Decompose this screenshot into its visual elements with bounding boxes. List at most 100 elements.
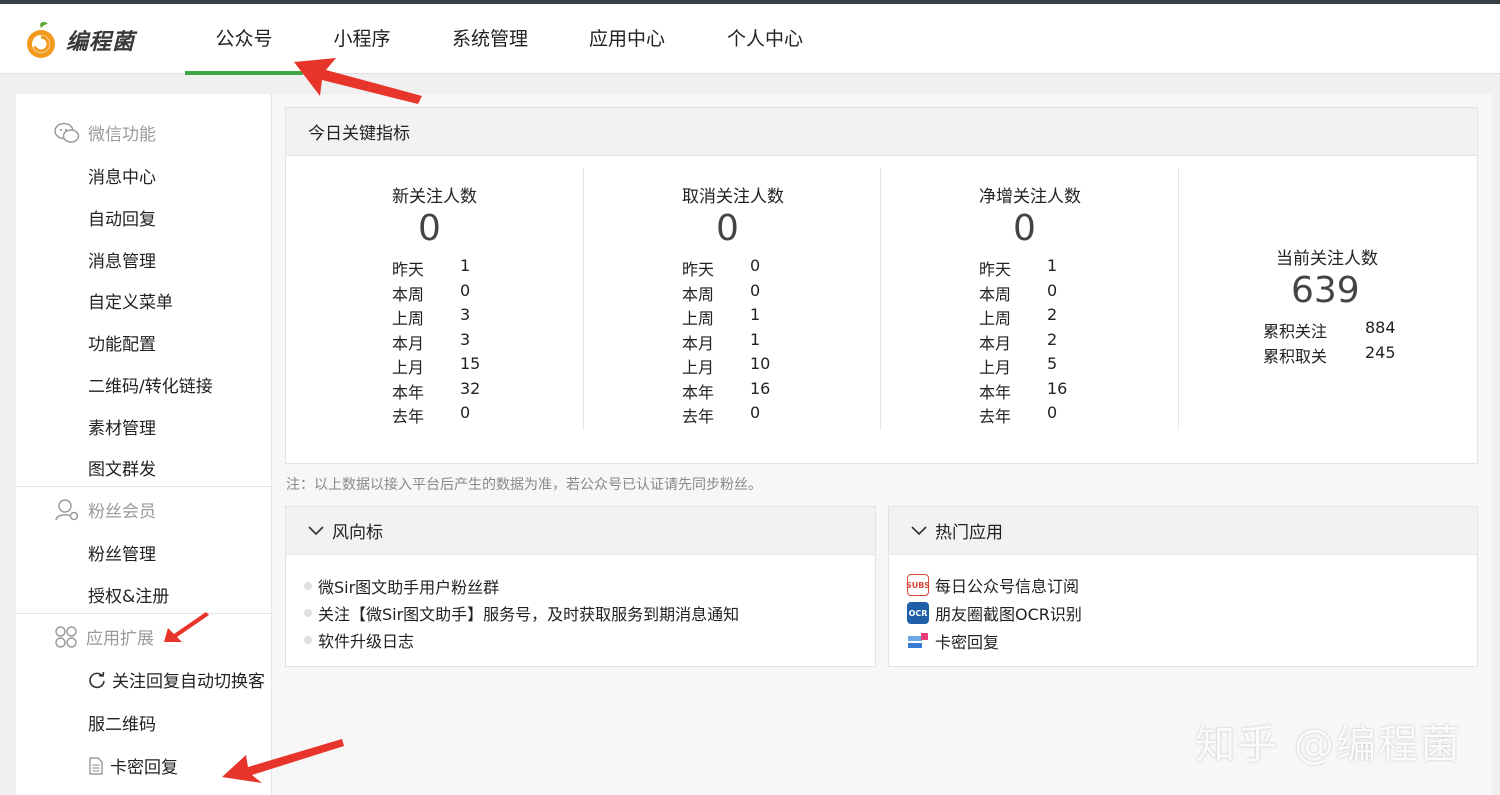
stat-row-label: 本周 bbox=[392, 285, 425, 304]
sidebar-item-materials[interactable]: 素材管理 bbox=[88, 414, 156, 439]
sidebar-item-label: 自动回复 bbox=[88, 210, 156, 230]
sidebar-item-service-qrcode[interactable]: 服二维码 bbox=[88, 710, 156, 735]
sidebar-item-label: 素材管理 bbox=[88, 419, 156, 439]
document-icon bbox=[89, 756, 103, 775]
stat-row: 昨天 1 bbox=[392, 256, 470, 280]
stat-value: 639 bbox=[1291, 270, 1360, 311]
stat-row: 上月 5 bbox=[979, 354, 1057, 378]
refresh-icon bbox=[89, 671, 105, 688]
stat-row-value: 1 bbox=[1047, 256, 1058, 275]
stat-row-label: 本年 bbox=[392, 383, 425, 402]
sidebar-item-label: 二维码/转化链接 bbox=[88, 377, 213, 397]
sidebar-item-auth-register[interactable]: 授权&注册 bbox=[88, 582, 169, 607]
data-note: 注：以上数据以接入平台后产生的数据为准，若公众号已认证请先同步粉丝。 bbox=[286, 477, 762, 493]
stat-row: 累积取关 245 bbox=[1263, 343, 1396, 367]
nav-tab-official-account[interactable]: 公众号 bbox=[185, 4, 303, 75]
sidebar-item-fans-management[interactable]: 粉丝管理 bbox=[88, 540, 156, 565]
list-item[interactable]: 软件升级日志 bbox=[304, 628, 414, 652]
stat-row-label: 上月 bbox=[682, 358, 715, 377]
list-item[interactable]: 关注【微Sir图文助手】服务号，及时获取服务到期消息通知 bbox=[304, 601, 739, 625]
stat-row-value: 0 bbox=[750, 256, 761, 275]
sidebar-item-label: 自定义菜单 bbox=[88, 293, 173, 313]
stat-row-value: 16 bbox=[750, 379, 771, 398]
content-area: 今日关键指标 新关注人数 0 昨天 1 本周 0 上周 3 本月 3 上月 15 本年 32… bbox=[272, 94, 1492, 795]
sidebar-group-title: 应用扩展 bbox=[86, 629, 154, 649]
sidebar-group-fans[interactable]: 粉丝会员 bbox=[54, 497, 156, 522]
sidebar-group-title: 粉丝会员 bbox=[88, 502, 156, 522]
stat-row-label: 本月 bbox=[682, 334, 715, 353]
sidebar-item-label: 卡密回复 bbox=[110, 758, 178, 778]
stat-row: 上周 1 bbox=[682, 305, 760, 329]
hot-apps-panel: 热门应用 SUBS 每日公众号信息订阅 OCR 朋友圈截图OCR识别 卡密回复 bbox=[888, 506, 1478, 667]
vane-panel: 风向标 微Sir图文助手用户粉丝群 关注【微Sir图文助手】服务号，及时获取服务… bbox=[285, 506, 876, 667]
stat-row-value: 2 bbox=[1047, 305, 1058, 324]
stat-row: 本周 0 bbox=[682, 281, 760, 305]
stat-title: 净增关注人数 bbox=[979, 187, 1081, 207]
hot-app-item[interactable]: OCR 朋友圈截图OCR识别 bbox=[907, 601, 1082, 625]
stat-row-label: 去年 bbox=[682, 407, 715, 426]
stat-col-unfollow: 取消关注人数 0 昨天 0 本周 0 上周 1 本月 1 上月 10 本年 16 去年 0 bbox=[584, 168, 881, 430]
hot-app-item[interactable]: SUBS 每日公众号信息订阅 bbox=[906, 573, 1079, 597]
stat-row-label: 去年 bbox=[392, 407, 425, 426]
subscribe-icon: SUBS bbox=[906, 574, 930, 596]
brand-name: 编程菌 bbox=[66, 29, 136, 55]
sidebar-item-label: 功能配置 bbox=[88, 335, 156, 355]
stat-row-label: 昨天 bbox=[392, 260, 425, 279]
kpi-panel-header: 今日关键指标 bbox=[286, 108, 1477, 156]
sidebar-item-feature-config[interactable]: 功能配置 bbox=[88, 330, 156, 355]
apps-grid-icon bbox=[55, 625, 77, 648]
stat-row: 本年 32 bbox=[392, 379, 480, 403]
stat-row-label: 本周 bbox=[979, 285, 1012, 304]
sidebar-item-label: 消息中心 bbox=[88, 168, 156, 188]
sidebar-divider bbox=[16, 486, 272, 487]
sidebar-item-message-management[interactable]: 消息管理 bbox=[88, 247, 156, 272]
sidebar-item-card-reply[interactable]: 卡密回复 bbox=[88, 753, 178, 778]
stat-row: 本月 3 bbox=[392, 330, 470, 354]
stat-row-value: 0 bbox=[750, 281, 761, 300]
sidebar-item-mass-send[interactable]: 图文群发 bbox=[88, 455, 156, 480]
stat-title: 当前关注人数 bbox=[1276, 249, 1378, 269]
stat-row-value: 1 bbox=[460, 256, 471, 275]
list-item[interactable]: 微Sir图文助手用户粉丝群 bbox=[304, 574, 499, 598]
stat-row-value: 16 bbox=[1047, 379, 1068, 398]
stat-row: 去年 0 bbox=[392, 403, 470, 427]
stat-col-current-followers: 当前关注人数 639 累积关注 884 累积取关 245 bbox=[1179, 168, 1477, 430]
sidebar-item-qrcode[interactable]: 二维码/转化链接 bbox=[88, 372, 213, 397]
stat-row-label: 去年 bbox=[979, 407, 1012, 426]
stat-row-value: 15 bbox=[460, 354, 481, 373]
top-navbar: 编程菌 公众号 小程序 系统管理 应用中心 个人中心 bbox=[0, 4, 1500, 75]
bullet-dot bbox=[304, 582, 312, 590]
brand-logo[interactable]: 编程菌 bbox=[22, 18, 142, 62]
stat-row-label: 累积关注 bbox=[1263, 322, 1328, 341]
sidebar-item-message-center[interactable]: 消息中心 bbox=[88, 163, 156, 188]
stat-row: 上月 15 bbox=[392, 354, 480, 378]
vane-panel-title: 风向标 bbox=[332, 523, 383, 543]
ocr-icon: OCR bbox=[907, 602, 929, 624]
vane-panel-header[interactable]: 风向标 bbox=[286, 507, 875, 555]
stat-title: 取消关注人数 bbox=[682, 187, 784, 207]
sidebar: 微信功能 消息中心 自动回复 消息管理 自定义菜单 功能配置 二维码/转化链接 … bbox=[16, 94, 272, 795]
sidebar-group-wechat[interactable]: 微信功能 bbox=[54, 120, 156, 145]
stat-row-label: 上周 bbox=[392, 309, 425, 328]
nav-tab-personal-center[interactable]: 个人中心 bbox=[715, 4, 815, 74]
chevron-down-icon bbox=[911, 525, 927, 535]
list-item-label: 微Sir图文助手用户粉丝群 bbox=[318, 578, 500, 597]
hot-apps-panel-header[interactable]: 热门应用 bbox=[889, 507, 1477, 555]
kpi-panel-title: 今日关键指标 bbox=[308, 124, 410, 144]
hot-app-item[interactable]: 卡密回复 bbox=[907, 629, 999, 653]
sidebar-item-label: 消息管理 bbox=[88, 252, 156, 272]
stat-row-value: 10 bbox=[750, 354, 771, 373]
sidebar-group-app-extensions[interactable]: 应用扩展 bbox=[54, 624, 154, 649]
sidebar-item-custom-menu[interactable]: 自定义菜单 bbox=[88, 288, 173, 313]
nav-tab-app-center[interactable]: 应用中心 bbox=[577, 4, 677, 74]
stat-col-new-follow: 新关注人数 0 昨天 1 本周 0 上周 3 本月 3 上月 15 本年 32 去年 0 bbox=[286, 168, 584, 430]
sidebar-item-auto-reply[interactable]: 自动回复 bbox=[88, 205, 156, 230]
stat-row: 上月 10 bbox=[682, 354, 770, 378]
sidebar-item-follow-reply-switch[interactable]: 关注回复自动切换客 bbox=[88, 667, 265, 692]
stat-row-value: 0 bbox=[1047, 281, 1058, 300]
card-icon bbox=[908, 633, 928, 648]
sidebar-divider bbox=[16, 613, 272, 614]
nav-tab-system-management[interactable]: 系统管理 bbox=[440, 4, 540, 74]
stat-row-value: 2 bbox=[1047, 330, 1058, 349]
stat-value: 0 bbox=[418, 208, 441, 249]
